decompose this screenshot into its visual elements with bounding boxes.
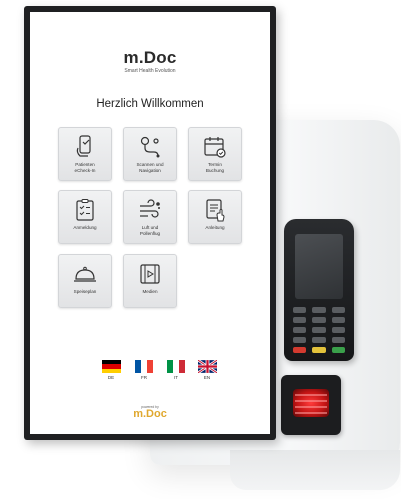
brand-logo: m.Doc Smart Health Evolution (30, 48, 270, 74)
italy-flag-icon (166, 360, 186, 373)
language-code: FR (141, 375, 147, 380)
tile-label: Anmeldung (73, 225, 97, 230)
language-en[interactable]: EN (196, 360, 218, 380)
tile-label: Luft und Pollenflug (139, 225, 161, 236)
tile-air-pollen[interactable]: Luft und Pollenflug (123, 190, 177, 244)
france-flag-icon (134, 360, 154, 373)
language-code: DE (107, 375, 115, 380)
language-it[interactable]: IT (165, 360, 187, 380)
welcome-heading: Herzlich Willkommen (96, 98, 204, 110)
manual-icon (206, 199, 225, 222)
terminal-keypad (293, 307, 345, 353)
footer-brand: powered by m.Doc (30, 405, 270, 420)
clipboard-icon (76, 199, 94, 221)
germany-flag-icon (101, 360, 121, 373)
tile-media[interactable]: Medien (123, 254, 177, 308)
brand-tagline: Smart Health Evolution (124, 68, 176, 74)
film-icon (140, 264, 160, 284)
language-code: IT (174, 375, 178, 380)
card-payment-terminal (284, 219, 354, 361)
food-cloche-icon (74, 266, 96, 282)
footer-brand-name: m.Doc (133, 408, 167, 420)
language-de[interactable]: DE (100, 360, 122, 380)
navigation-route-icon (140, 136, 160, 158)
wind-icon (140, 199, 160, 218)
tile-label: Patienten eCheck-In (74, 162, 96, 173)
tile-label: Scannen und Navigation (136, 162, 164, 173)
barcode-scanner (281, 375, 341, 435)
uk-flag-icon (197, 360, 217, 373)
kiosk-screen: m.Doc Smart Health Evolution Herzlich Wi… (30, 12, 270, 434)
tile-label: Anleitung (205, 225, 225, 230)
tile-label: Termin Buchung (205, 162, 225, 173)
tile-scan-navigation[interactable]: Scannen und Navigation (123, 127, 177, 181)
language-code: EN (203, 375, 211, 380)
language-fr[interactable]: FR (133, 360, 155, 380)
tile-patient-checkin[interactable]: Patienten eCheck-In (58, 127, 112, 181)
tile-label: Medien (142, 289, 158, 294)
tile-label: Speiseplan (73, 289, 97, 294)
tile-meal-plan[interactable]: Speiseplan (58, 254, 112, 308)
tile-registration[interactable]: Anmeldung (58, 190, 112, 244)
tile-instructions[interactable]: Anleitung (188, 190, 242, 244)
brand-name: m.Doc (123, 48, 177, 67)
kiosk-foot (230, 450, 400, 490)
tile-appointment-booking[interactable]: Termin Buchung (188, 127, 242, 181)
screen-bezel: m.Doc Smart Health Evolution Herzlich Wi… (24, 6, 276, 440)
phone-checkin-icon (76, 135, 91, 157)
calendar-icon (204, 137, 226, 158)
terminal-display (295, 234, 343, 299)
